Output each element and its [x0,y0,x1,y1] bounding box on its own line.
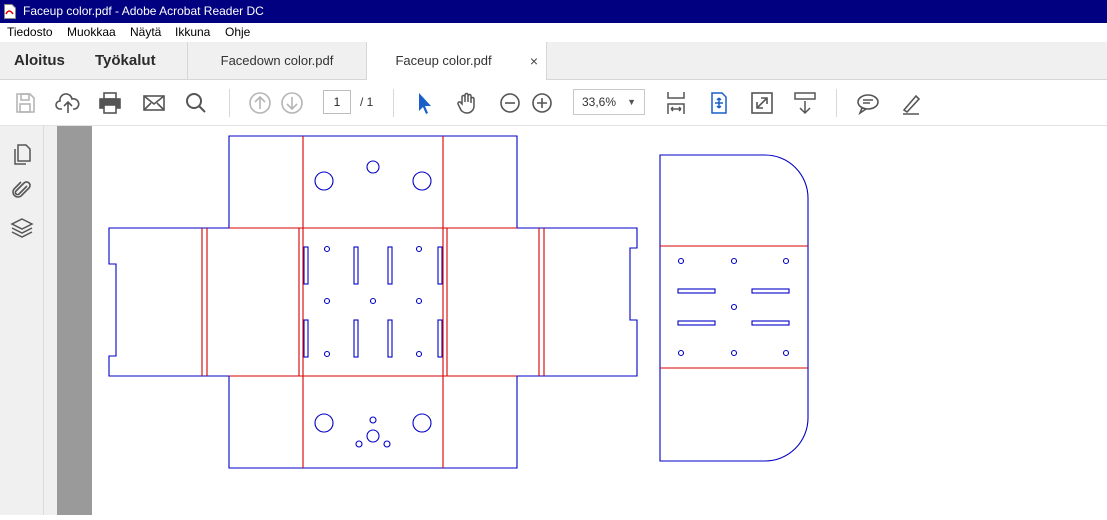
select-tool-button[interactable] [411,90,437,116]
scroll-mode-button[interactable] [706,90,732,116]
upload-button[interactable] [55,90,81,116]
tab-tools[interactable]: Työkalut [95,42,156,80]
toolbar-divider [229,89,230,117]
layers-button[interactable] [10,216,34,240]
read-mode-icon [794,92,816,115]
chevron-down-icon: ▼ [627,97,636,107]
dieline-drawing [108,135,809,469]
comment-icon [857,94,879,116]
search-button[interactable] [183,90,209,116]
page-thumbnails-button[interactable] [10,142,34,166]
tab-label: Faceup color.pdf [395,53,492,68]
email-icon [143,95,165,111]
close-icon[interactable]: × [530,42,538,80]
zoom-in-button[interactable] [529,90,555,116]
zoom-out-button[interactable] [497,90,523,116]
full-screen-icon [751,92,773,114]
zoom-value: 33,6% [582,95,617,109]
comment-button[interactable] [855,90,881,116]
window-title: Faceup color.pdf - Adobe Acrobat Reader … [23,4,264,18]
page-thumbnails-icon [14,144,31,165]
hand-pan-icon [457,92,475,114]
attachments-icon [12,181,31,198]
title-bar: Faceup color.pdf - Adobe Acrobat Reader … [0,0,1107,23]
fold-lines [201,136,808,468]
tab-faceup-pdf[interactable]: Faceup color.pdf × [366,42,547,81]
page-number-input[interactable]: 1 [323,90,351,114]
save-icon [16,93,35,113]
print-button[interactable] [97,90,123,116]
zoom-in-icon [532,93,552,113]
highlight-button[interactable] [898,90,924,116]
previous-page-button[interactable] [247,90,273,116]
toolbar-divider [393,89,394,117]
toolbar-divider [836,89,837,117]
highlight-pen-icon [902,94,921,115]
pane-gutter [44,126,57,515]
next-page-button[interactable] [279,90,305,116]
menu-help[interactable]: Ohje [225,23,250,42]
cut-lines [108,135,809,469]
email-button[interactable] [141,90,167,116]
zoom-select[interactable]: 33,6% ▼ [573,89,645,115]
menu-bar: Tiedosto Muokkaa Näytä Ikkuna Ohje [0,23,1107,42]
pdf-page[interactable] [92,126,1107,515]
tab-label: Facedown color.pdf [220,53,334,68]
hand-tool-button[interactable] [454,90,480,116]
menu-window[interactable]: Ikkuna [175,23,210,42]
attachments-button[interactable] [10,178,34,202]
menu-edit[interactable]: Muokkaa [67,23,116,42]
pdf-file-icon [4,4,16,19]
page-area-background [57,126,92,515]
previous-page-icon [249,92,271,114]
fit-page-icon [667,92,685,114]
rotate-scroll-icon [711,92,727,114]
menu-view[interactable]: Näytä [130,23,161,42]
menu-file[interactable]: Tiedosto [7,23,53,42]
toolbar: 1 / 1 33,6% ▼ [0,80,1107,126]
upload-cloud-icon [55,93,80,113]
tab-bar: Aloitus Työkalut Facedown color.pdf Face… [0,42,1107,81]
full-screen-button[interactable] [749,90,775,116]
page-total: / 1 [360,95,374,109]
zoom-out-icon [500,93,520,113]
tab-home[interactable]: Aloitus [14,42,65,80]
fit-page-button[interactable] [663,90,689,116]
tab-facedown-pdf[interactable]: Facedown color.pdf [187,42,367,80]
next-page-icon [281,92,303,114]
save-button[interactable] [12,90,38,116]
select-cursor-icon [419,93,431,114]
search-icon [186,93,206,113]
navigation-pane [0,126,44,515]
layers-icon [10,218,34,238]
print-icon [99,92,121,114]
read-mode-button[interactable] [792,90,818,116]
